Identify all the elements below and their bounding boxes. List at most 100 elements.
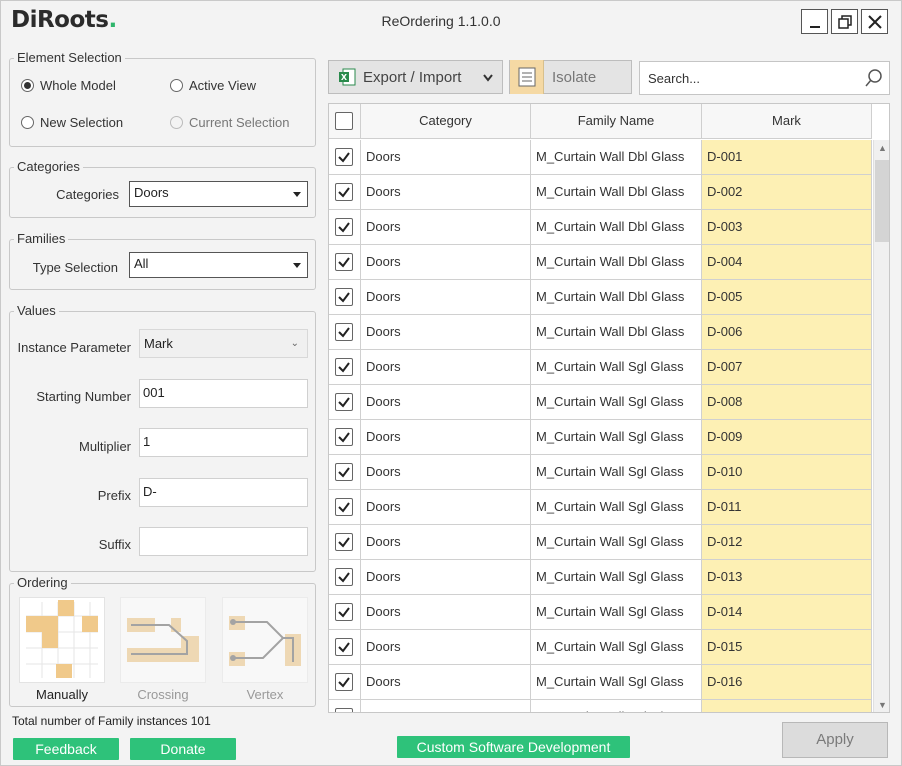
cell-family-name[interactable]: M_Curtain Wall Sgl Glass xyxy=(531,630,702,664)
cell-category[interactable]: Doors xyxy=(361,700,531,712)
custom-software-development-button[interactable]: Custom Software Development xyxy=(397,736,630,758)
apply-button[interactable]: Apply xyxy=(782,722,888,758)
cell-family-name[interactable]: M_Curtain Wall Dbl Glass xyxy=(531,245,702,279)
row-checkbox[interactable] xyxy=(335,253,353,271)
search-input[interactable]: Search... xyxy=(639,61,890,95)
cell-family-name[interactable]: M_Curtain Wall Dbl Glass xyxy=(531,315,702,349)
radio-new-selection[interactable]: New Selection xyxy=(21,115,123,130)
maximize-button[interactable] xyxy=(831,9,858,34)
cell-family-name[interactable]: M_Curtain Wall Sgl Glass xyxy=(531,560,702,594)
table-row[interactable]: Doors M_Curtain Wall Sgl Glass D-013 xyxy=(329,560,872,595)
cell-category[interactable]: Doors xyxy=(361,210,531,244)
cell-family-name[interactable]: M_Curtain Wall Sgl Glass xyxy=(531,455,702,489)
cell-family-name[interactable]: M_Curtain Wall Sgl Glass xyxy=(531,525,702,559)
radio-active-view[interactable]: Active View xyxy=(170,78,256,93)
cell-category[interactable]: Doors xyxy=(361,385,531,419)
cell-mark[interactable]: D-010 xyxy=(702,455,872,489)
cell-mark[interactable]: D-013 xyxy=(702,560,872,594)
cell-mark[interactable]: D-009 xyxy=(702,420,872,454)
table-row[interactable]: Doors M_Curtain Wall Dbl Glass D-003 xyxy=(329,210,872,245)
column-header-category[interactable]: Category xyxy=(361,104,531,139)
cell-category[interactable]: Doors xyxy=(361,455,531,489)
cell-family-name[interactable]: M_Curtain Wall Sgl Glass xyxy=(531,350,702,384)
cell-family-name[interactable]: M_Curtain Wall Dbl Glass xyxy=(531,175,702,209)
grid-vertical-scrollbar[interactable]: ▲ ▼ xyxy=(873,140,889,712)
cell-mark[interactable]: D-002 xyxy=(702,175,872,209)
minimize-button[interactable] xyxy=(801,9,828,34)
ordering-crossing-tile[interactable] xyxy=(120,597,206,683)
cell-mark[interactable]: D-012 xyxy=(702,525,872,559)
export-import-button[interactable]: X Export / Import xyxy=(328,60,503,94)
table-row[interactable]: DoorsM_Curtain Wall Sgl GlassD-017 xyxy=(329,700,872,712)
type-selection-select[interactable]: All xyxy=(129,252,308,278)
cell-category[interactable]: Doors xyxy=(361,665,531,699)
row-checkbox[interactable] xyxy=(335,428,353,446)
donate-button[interactable]: Donate xyxy=(130,738,236,760)
ordering-vertex-tile[interactable] xyxy=(222,597,308,683)
scrollbar-thumb[interactable] xyxy=(875,160,889,242)
column-header-mark[interactable]: Mark xyxy=(702,104,872,139)
cell-mark[interactable]: D-006 xyxy=(702,315,872,349)
cell-mark[interactable]: D-005 xyxy=(702,280,872,314)
cell-family-name[interactable]: M_Curtain Wall Sgl Glass xyxy=(531,420,702,454)
cell-category[interactable]: Doors xyxy=(361,595,531,629)
radio-whole-model[interactable]: Whole Model xyxy=(21,78,116,93)
cell-family-name[interactable]: M_Curtain Wall Dbl Glass xyxy=(531,280,702,314)
cell-family-name[interactable]: M_Curtain Wall Sgl Glass xyxy=(531,595,702,629)
table-row[interactable]: Doors M_Curtain Wall Dbl Glass D-005 xyxy=(329,280,872,315)
cell-mark[interactable]: D-001 xyxy=(702,140,872,174)
cell-mark[interactable]: D-017 xyxy=(702,700,872,712)
cell-mark[interactable]: D-014 xyxy=(702,595,872,629)
cell-mark[interactable]: D-011 xyxy=(702,490,872,524)
cell-mark[interactable]: D-003 xyxy=(702,210,872,244)
cell-category[interactable]: Doors xyxy=(361,490,531,524)
cell-category[interactable]: Doors xyxy=(361,140,531,174)
cell-mark[interactable]: D-016 xyxy=(702,665,872,699)
cell-family-name[interactable]: M_Curtain Wall Dbl Glass xyxy=(531,140,702,174)
row-checkbox[interactable] xyxy=(335,323,353,341)
row-checkbox[interactable] xyxy=(335,638,353,656)
table-row[interactable]: Doors M_Curtain Wall Sgl Glass D-009 xyxy=(329,420,872,455)
cell-mark[interactable]: D-015 xyxy=(702,630,872,664)
table-row[interactable]: Doors M_Curtain Wall Sgl Glass D-010 xyxy=(329,455,872,490)
row-checkbox[interactable] xyxy=(335,463,353,481)
cell-mark[interactable]: D-004 xyxy=(702,245,872,279)
column-header-family-name[interactable]: Family Name xyxy=(531,104,702,139)
table-row[interactable]: Doors M_Curtain Wall Sgl Glass D-011 xyxy=(329,490,872,525)
row-checkbox[interactable] xyxy=(335,673,353,691)
row-checkbox[interactable] xyxy=(335,498,353,516)
starting-number-input[interactable]: 001 xyxy=(139,379,308,408)
table-row[interactable]: Doors M_Curtain Wall Sgl Glass D-007 xyxy=(329,350,872,385)
table-row[interactable]: Doors M_Curtain Wall Dbl Glass D-004 xyxy=(329,245,872,280)
select-all-checkbox[interactable] xyxy=(335,112,353,130)
row-checkbox[interactable] xyxy=(335,183,353,201)
instance-parameter-select[interactable]: Mark ⌄ xyxy=(139,329,308,358)
row-checkbox[interactable] xyxy=(335,533,353,551)
isolate-button[interactable]: Isolate xyxy=(509,60,632,94)
table-row[interactable]: Doors M_Curtain Wall Dbl Glass D-006 xyxy=(329,315,872,350)
cell-category[interactable]: Doors xyxy=(361,175,531,209)
cell-family-name[interactable]: M_Curtain Wall Sgl Glass xyxy=(531,385,702,419)
scroll-up-icon[interactable]: ▲ xyxy=(878,143,887,153)
scroll-down-icon[interactable]: ▼ xyxy=(878,700,887,710)
table-row[interactable]: Doors M_Curtain Wall Sgl Glass D-008 xyxy=(329,385,872,420)
cell-category[interactable]: Doors xyxy=(361,280,531,314)
cell-category[interactable]: Doors xyxy=(361,245,531,279)
cell-category[interactable]: Doors xyxy=(361,315,531,349)
cell-family-name[interactable]: M_Curtain Wall Dbl Glass xyxy=(531,210,702,244)
cell-family-name[interactable]: M_Curtain Wall Sgl Glass xyxy=(531,490,702,524)
ordering-manually-tile[interactable] xyxy=(19,597,105,683)
cell-category[interactable]: Doors xyxy=(361,420,531,454)
cell-category[interactable]: Doors xyxy=(361,630,531,664)
cell-mark[interactable]: D-007 xyxy=(702,350,872,384)
prefix-input[interactable]: D- xyxy=(139,478,308,507)
feedback-button[interactable]: Feedback xyxy=(13,738,119,760)
close-button[interactable] xyxy=(861,9,888,34)
row-checkbox[interactable] xyxy=(335,148,353,166)
cell-mark[interactable]: D-008 xyxy=(702,385,872,419)
row-checkbox[interactable] xyxy=(335,603,353,621)
row-checkbox[interactable] xyxy=(335,218,353,236)
table-row[interactable]: Doors M_Curtain Wall Sgl Glass D-015 xyxy=(329,630,872,665)
row-checkbox[interactable] xyxy=(335,358,353,376)
categories-select[interactable]: Doors xyxy=(129,181,308,207)
